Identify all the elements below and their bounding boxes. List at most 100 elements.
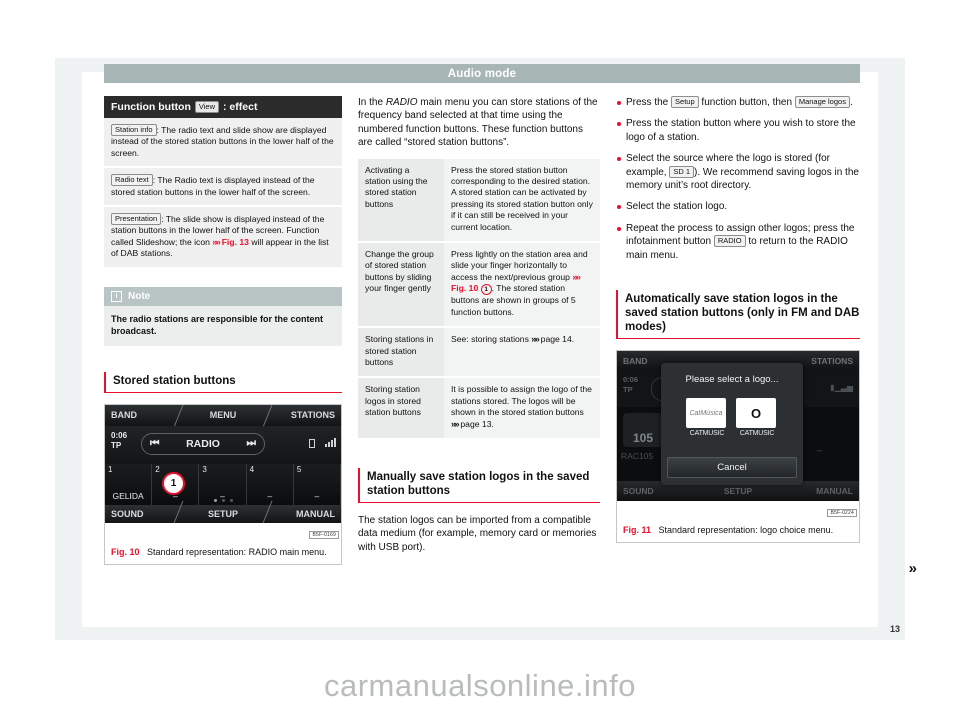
- spec-row-2-text: See: storing stations »» page 14.: [444, 327, 600, 379]
- signal-bars-icon: ▮▁▃▅: [830, 383, 853, 393]
- signal-bars-icon: [325, 437, 336, 447]
- figure-10-code: B5F-0169: [105, 522, 341, 541]
- fb-head-suffix: : effect: [223, 101, 258, 113]
- radio-stations-button[interactable]: STATIONS: [291, 410, 335, 420]
- page-indicator-dots: [105, 497, 341, 505]
- stored-station-spec-table: Activating a station using the stored st…: [358, 158, 600, 440]
- fb-row-station-info: Station info: The radio text and slide s…: [104, 118, 342, 169]
- key-view[interactable]: View: [194, 101, 220, 113]
- bullet-1-pre: Press the station button where you wish …: [626, 118, 856, 143]
- heading-manually-save-station-logos: Manually save station logos in the saved…: [358, 467, 600, 503]
- function-button-table-header: Function button View : effect: [104, 96, 342, 118]
- figure-10-caption: Fig. 10 Standard representation: RADIO m…: [105, 541, 341, 564]
- key-radio-text[interactable]: Radio text: [111, 174, 153, 187]
- page-header-title: Audio mode: [447, 67, 517, 80]
- logo-option-1-caption: CATMUSIC: [689, 430, 725, 438]
- fb-head-prefix: Function button: [111, 101, 191, 113]
- spec-row-3-label: Storing station logos in stored station …: [358, 377, 444, 440]
- page-number: 13: [889, 624, 900, 634]
- radio-top-bar: BAND MENU STATIONS: [105, 404, 341, 428]
- spec-row-0-text-inner: Press the stored station button correspo…: [451, 164, 593, 232]
- spec-row-0-label: Activating a station using the stored st…: [358, 158, 444, 244]
- bullet-repeat-process: Repeat the process to assign other logos…: [616, 222, 860, 262]
- key-station-info[interactable]: Station info: [111, 124, 157, 136]
- logo-screen-clock: 0:06 TP: [623, 375, 638, 395]
- logo-option-2[interactable]: O CATMUSIC: [736, 398, 778, 437]
- figure-10-caption-text: Standard representation: RADIO main menu…: [147, 546, 327, 557]
- column-left: Function button View : effect Station in…: [104, 96, 342, 565]
- key-radio[interactable]: RADIO: [713, 235, 746, 248]
- cross-reference-arrow-icon: »»: [451, 418, 460, 429]
- logo-screen-manual-button[interactable]: MANUAL: [816, 486, 853, 496]
- table-row: Activating a station using the stored st…: [358, 158, 600, 244]
- figure-11-code: B5F-0224: [617, 501, 859, 520]
- logo-screen-station-name: RAC105: [621, 451, 654, 462]
- fb-row-presentation: Presentation: The slide show is displaye…: [104, 207, 342, 269]
- bullet-select-source: Select the source where the logo is stor…: [616, 152, 860, 192]
- figure-10-label: Fig. 10: [111, 546, 140, 557]
- table-row: Storing stations in stored station butto…: [358, 327, 600, 379]
- site-watermark: carmanualsonline.info: [323, 668, 637, 703]
- logo-choice-menu-screenshot: BAND STATIONS 0:06 TP ▮▁▃▅ 105 RAC105 –: [617, 351, 859, 502]
- column-middle: In the RADIO main menu you can store sta…: [358, 96, 600, 563]
- radio-source-pill[interactable]: ⏮ RADIO ⏭: [141, 432, 265, 455]
- logo-screen-tp-indicator: TP: [623, 385, 633, 395]
- fb-row-radio-text: Radio text: The Radio text is displayed …: [104, 168, 342, 208]
- key-presentation[interactable]: Presentation: [111, 213, 162, 226]
- radio-clock: 0:06 TP: [111, 431, 127, 451]
- logo-art-2-text: O: [750, 405, 762, 421]
- sim-card-icon: [309, 438, 315, 448]
- radio-preset-3-number: 3: [202, 464, 207, 474]
- radio-band-button[interactable]: BAND: [111, 410, 137, 420]
- note-label: Note: [128, 290, 151, 302]
- column-right: Press the Setup function button, then Ma…: [616, 96, 860, 544]
- radio-manual-button[interactable]: MANUAL: [296, 509, 335, 519]
- logo-option-1[interactable]: CatMúsica CATMUSIC: [686, 398, 728, 437]
- bullet-0-pre: Press the: [626, 97, 672, 108]
- logo-screen-stations-button[interactable]: STATIONS: [811, 356, 853, 366]
- key-setup[interactable]: Setup: [671, 96, 699, 108]
- station-logo-tile: 105: [623, 413, 663, 448]
- dot-inactive-1: [221, 499, 225, 503]
- spec-row-3-text-a: It is possible to assign the logo of the…: [451, 384, 592, 418]
- logo-art-ondavasca: O: [736, 398, 776, 429]
- key-manage-logos[interactable]: Manage logos: [794, 96, 850, 108]
- bullet-select-logo: Select the station logo.: [616, 200, 860, 213]
- callout-ref-1: 1: [480, 284, 492, 296]
- fig13-reference[interactable]: Fig. 13: [222, 237, 249, 247]
- callout-marker-1: 1: [162, 471, 185, 495]
- figure-11-label: Fig. 11: [623, 525, 652, 536]
- spec-row-2-text-a: See: storing stations: [451, 334, 529, 345]
- dot-inactive-2: [229, 499, 233, 503]
- dot-active: [213, 499, 217, 503]
- empty-preset-dash-1: –: [817, 445, 823, 456]
- radio-source-label: RADIO: [186, 437, 220, 450]
- bullet-0-mid: function button, then: [698, 97, 795, 108]
- logo-screen-band-button[interactable]: BAND: [623, 356, 648, 366]
- logo-art-1-text: CatMúsica: [689, 409, 723, 417]
- skip-previous-icon[interactable]: ⏮: [150, 437, 159, 450]
- note-body: The radio stations are responsible for t…: [104, 305, 342, 346]
- key-sd1[interactable]: SD 1: [669, 165, 695, 178]
- spec-row-1-text: Press lightly on the station area and sl…: [444, 242, 600, 329]
- bullet-3-pre: Select the station logo.: [626, 201, 728, 213]
- spec-row-3-ref[interactable]: page 13.: [460, 419, 493, 429]
- bullet-press-setup: Press the Setup function button, then Ma…: [616, 96, 860, 109]
- manual-save-paragraph: The station logos can be imported from a…: [358, 514, 597, 553]
- figure-11-code-text: B5F-0224: [827, 509, 857, 518]
- radio-main-menu-screenshot: BAND MENU STATIONS 0:06 TP ⏮ RADIO ⏭ 1 G…: [105, 404, 341, 523]
- logo-screen-sound-button[interactable]: SOUND: [623, 486, 654, 496]
- radio-now-playing: 0:06 TP ⏮ RADIO ⏭: [105, 425, 341, 464]
- spec-row-1-text-a: Press lightly on the station area and sl…: [451, 249, 588, 282]
- spec-row-1-ref[interactable]: Fig. 10: [451, 283, 478, 293]
- radio-clock-time: 0:06: [111, 430, 128, 440]
- radio-sound-button[interactable]: SOUND: [111, 509, 144, 519]
- figure-11-caption: Fig. 11 Standard representation: logo ch…: [617, 519, 859, 542]
- spec-row-2-ref[interactable]: page 14.: [541, 334, 574, 344]
- cross-reference-arrow-icon: »»: [572, 271, 581, 282]
- radio-preset-4-number: 4: [249, 464, 255, 474]
- bullet-0-post: .: [849, 97, 853, 108]
- figure-10: BAND MENU STATIONS 0:06 TP ⏮ RADIO ⏭ 1 G…: [104, 403, 342, 565]
- skip-next-icon[interactable]: ⏭: [247, 437, 256, 450]
- cancel-button[interactable]: Cancel: [667, 457, 797, 479]
